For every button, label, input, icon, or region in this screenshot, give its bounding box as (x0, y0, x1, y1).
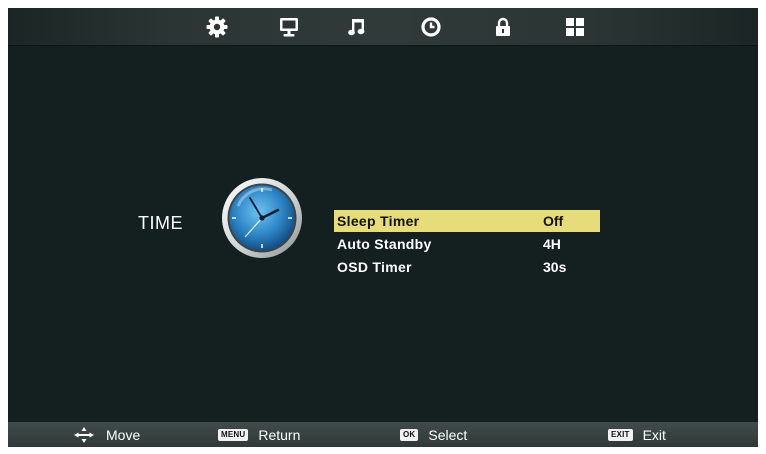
menu-tab-bar (8, 8, 758, 46)
exit-key-icon: EXIT (608, 428, 633, 441)
hint-exit: EXIT Exit (608, 425, 666, 444)
tab-setup[interactable] (560, 14, 590, 40)
clock-icon (220, 176, 304, 260)
menu-item-osd-timer[interactable]: OSD Timer 30s (334, 256, 600, 278)
menu-key-icon: MENU (218, 428, 249, 441)
key-hint-bar: Move MENU Return OK Select EXIT Exit (8, 422, 758, 447)
menu-item-sleep-timer[interactable]: Sleep Timer Off (334, 210, 600, 232)
gear-icon (206, 16, 228, 38)
hint-move: Move (74, 425, 140, 444)
page-title: TIME (138, 213, 183, 233)
osd-timer-label: OSD Timer (337, 259, 412, 275)
clock-icon (421, 17, 441, 37)
tab-time[interactable] (416, 14, 446, 40)
tab-picture[interactable] (202, 14, 232, 40)
osd-timer-value: 30s (543, 259, 567, 275)
tab-screen[interactable] (274, 14, 304, 40)
osd-screen: TIME Sleep Timer Off Auto Standby 4H OSD… (8, 8, 758, 447)
tab-lock[interactable] (488, 14, 518, 40)
move-arrows-icon (74, 426, 94, 443)
music-note-icon (348, 19, 365, 36)
hint-select: OK Select (400, 425, 467, 444)
auto-standby-label: Auto Standby (337, 236, 432, 252)
lock-icon (496, 17, 510, 36)
hint-select-label: Select (428, 426, 468, 443)
grid-icon (566, 18, 584, 36)
hint-return-label: Return (258, 426, 301, 443)
monitor-icon (280, 18, 298, 37)
hint-return: MENU Return (218, 425, 300, 444)
hint-move-label: Move (106, 426, 141, 443)
sleep-timer-value: Off (543, 213, 564, 229)
hint-exit-label: Exit (642, 426, 666, 443)
tab-sound[interactable] (342, 14, 372, 40)
auto-standby-value: 4H (543, 236, 561, 252)
menu-item-auto-standby[interactable]: Auto Standby 4H (334, 233, 600, 255)
ok-key-icon: OK (400, 428, 419, 441)
sleep-timer-label: Sleep Timer (337, 213, 420, 229)
